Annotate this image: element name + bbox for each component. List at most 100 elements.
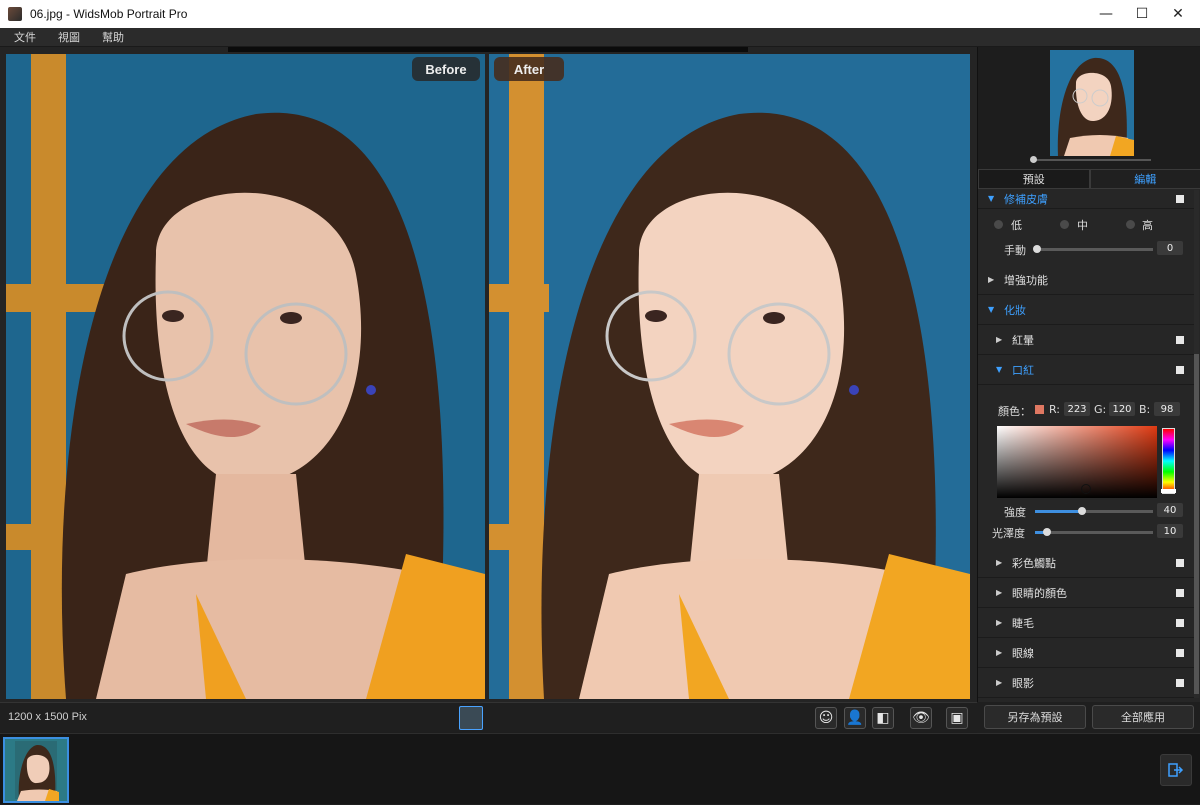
navigator-portrait-image: [1050, 50, 1134, 156]
section-eyelash-label: 睫毛: [1012, 615, 1034, 631]
hue-slider[interactable]: [1162, 428, 1175, 494]
export-icon[interactable]: [1160, 754, 1192, 786]
expand-right-icon: ▶: [996, 678, 1008, 687]
tab-edit[interactable]: 編輯: [1090, 169, 1200, 189]
smooth-skin-toggle[interactable]: [1176, 195, 1184, 203]
section-eyelash[interactable]: ▶ 睫毛: [978, 608, 1194, 638]
color-picker-cursor[interactable]: [1081, 484, 1091, 494]
eyeliner-toggle[interactable]: [1176, 649, 1184, 657]
lipstick-toggle[interactable]: [1176, 366, 1184, 374]
section-smooth-skin[interactable]: ▼ 修補皮膚: [978, 189, 1194, 209]
blush-toggle[interactable]: [1176, 336, 1184, 344]
eye-color-toggle[interactable]: [1176, 589, 1184, 597]
gloss-value[interactable]: 10: [1157, 524, 1183, 538]
section-enhance[interactable]: ▶ 增強功能: [978, 265, 1194, 295]
export-arrow-icon: [1168, 762, 1184, 778]
status-bar: 1200 x 1500 Pix ☺ 👤 ◧ 👁 ▣: [0, 702, 977, 732]
panel-tabs: 預設 編輯: [978, 169, 1200, 189]
radio-high-label: 高: [1142, 217, 1153, 233]
gloss-slider[interactable]: [1035, 531, 1153, 534]
navigator-preview: [978, 47, 1200, 169]
section-eyeliner[interactable]: ▶ 眼線: [978, 638, 1194, 668]
expand-right-icon: ▶: [996, 558, 1008, 567]
filmstrip: [0, 733, 1200, 804]
expand-right-icon: ▶: [996, 335, 1008, 344]
section-eyeshadow[interactable]: ▶ 眼影: [978, 668, 1194, 698]
eye-icon[interactable]: 👁: [910, 707, 932, 729]
after-portrait-image: [489, 54, 970, 699]
intensity-slider[interactable]: [1035, 510, 1153, 513]
split-view-icon[interactable]: ◧: [872, 707, 894, 729]
radio-medium-label: 中: [1077, 217, 1088, 233]
section-lipstick-label: 口紅: [1012, 362, 1034, 378]
manual-slider[interactable]: [1035, 248, 1153, 251]
before-label[interactable]: Before: [412, 57, 480, 81]
intensity-slider-knob[interactable]: [1078, 507, 1086, 515]
eyelash-toggle[interactable]: [1176, 619, 1184, 627]
panel-scrollbar-thumb[interactable]: [1194, 354, 1199, 694]
lipstick-color-picker[interactable]: [997, 426, 1157, 498]
radio-low-label: 低: [1011, 217, 1022, 233]
tab-presets[interactable]: 預設: [978, 169, 1090, 189]
zoom-slider-track[interactable]: [1031, 159, 1151, 161]
section-eyeshadow-label: 眼影: [1012, 675, 1034, 691]
menu-file[interactable]: 文件: [14, 29, 36, 45]
title-bar: 06.jpg - WidsMob Portrait Pro — ☐ ✕: [0, 0, 1200, 28]
lipstick-color-row: 顏色： R: 223 G: 120 B: 98: [978, 402, 1194, 418]
section-makeup-label: 化妝: [1004, 302, 1026, 318]
section-makeup[interactable]: ▼ 化妝: [978, 295, 1194, 325]
manual-value[interactable]: 0: [1157, 241, 1183, 255]
zoom-slider-knob[interactable]: [1030, 156, 1037, 163]
image-canvas: Before After: [0, 47, 977, 702]
filmstrip-thumbnail[interactable]: [3, 737, 69, 803]
smooth-level-radios: 低 中 高: [978, 215, 1194, 235]
save-preset-button[interactable]: 另存為預設: [984, 705, 1086, 729]
r-value[interactable]: 223: [1064, 402, 1090, 416]
section-blush[interactable]: ▶ 紅暈: [978, 325, 1194, 355]
close-button[interactable]: ✕: [1156, 0, 1200, 28]
after-photo: [489, 54, 970, 699]
gloss-slider-knob[interactable]: [1043, 528, 1051, 536]
apply-all-button[interactable]: 全部應用: [1092, 705, 1194, 729]
person-icon[interactable]: 👤: [844, 707, 866, 729]
expand-right-icon: ▶: [996, 618, 1008, 627]
section-blush-label: 紅暈: [1012, 332, 1034, 348]
hue-slider-knob[interactable]: [1161, 489, 1176, 493]
frame-icon[interactable]: ▣: [946, 707, 968, 729]
section-enhance-label: 增強功能: [1004, 272, 1048, 288]
eyeshadow-toggle[interactable]: [1176, 679, 1184, 687]
navigator-thumbnail[interactable]: [1050, 50, 1134, 156]
g-value[interactable]: 120: [1109, 402, 1135, 416]
after-label[interactable]: After: [494, 57, 564, 81]
color-label: 顏色：: [998, 403, 1031, 419]
section-eye-color[interactable]: ▶ 眼睛的顏色: [978, 578, 1194, 608]
menu-view[interactable]: 視圖: [58, 29, 80, 45]
expand-right-icon: ▶: [996, 588, 1008, 597]
manual-slider-knob[interactable]: [1033, 245, 1041, 253]
color-swatch[interactable]: [1035, 405, 1044, 414]
expand-down-icon: ▼: [988, 194, 1000, 203]
section-eye-color-label: 眼睛的顏色: [1012, 585, 1067, 601]
face-thumbnail-button[interactable]: [459, 706, 483, 730]
expand-right-icon: ▶: [988, 275, 1000, 284]
face-detect-icon[interactable]: ☺: [815, 707, 837, 729]
expand-down-icon: ▼: [988, 305, 1000, 314]
radio-low[interactable]: [994, 220, 1003, 229]
before-portrait-image: [6, 54, 485, 699]
image-dimensions: 1200 x 1500 Pix: [8, 711, 87, 723]
panel-actions: 另存為預設 全部應用: [977, 702, 1200, 733]
filmstrip-portrait-image: [5, 739, 67, 801]
section-color-touch[interactable]: ▶ 彩色觸點: [978, 548, 1194, 578]
intensity-value[interactable]: 40: [1157, 503, 1183, 517]
menu-help[interactable]: 幫助: [102, 29, 124, 45]
intensity-slider-fill: [1035, 510, 1082, 513]
section-lipstick[interactable]: ▼ 口紅: [978, 355, 1194, 385]
radio-medium[interactable]: [1060, 220, 1069, 229]
r-label: R:: [1049, 403, 1060, 416]
color-touch-toggle[interactable]: [1176, 559, 1184, 567]
section-eyeliner-label: 眼線: [1012, 645, 1034, 661]
radio-high[interactable]: [1126, 220, 1135, 229]
b-value[interactable]: 98: [1154, 402, 1180, 416]
panel-scrollbar[interactable]: [1194, 190, 1199, 698]
expand-right-icon: ▶: [996, 648, 1008, 657]
